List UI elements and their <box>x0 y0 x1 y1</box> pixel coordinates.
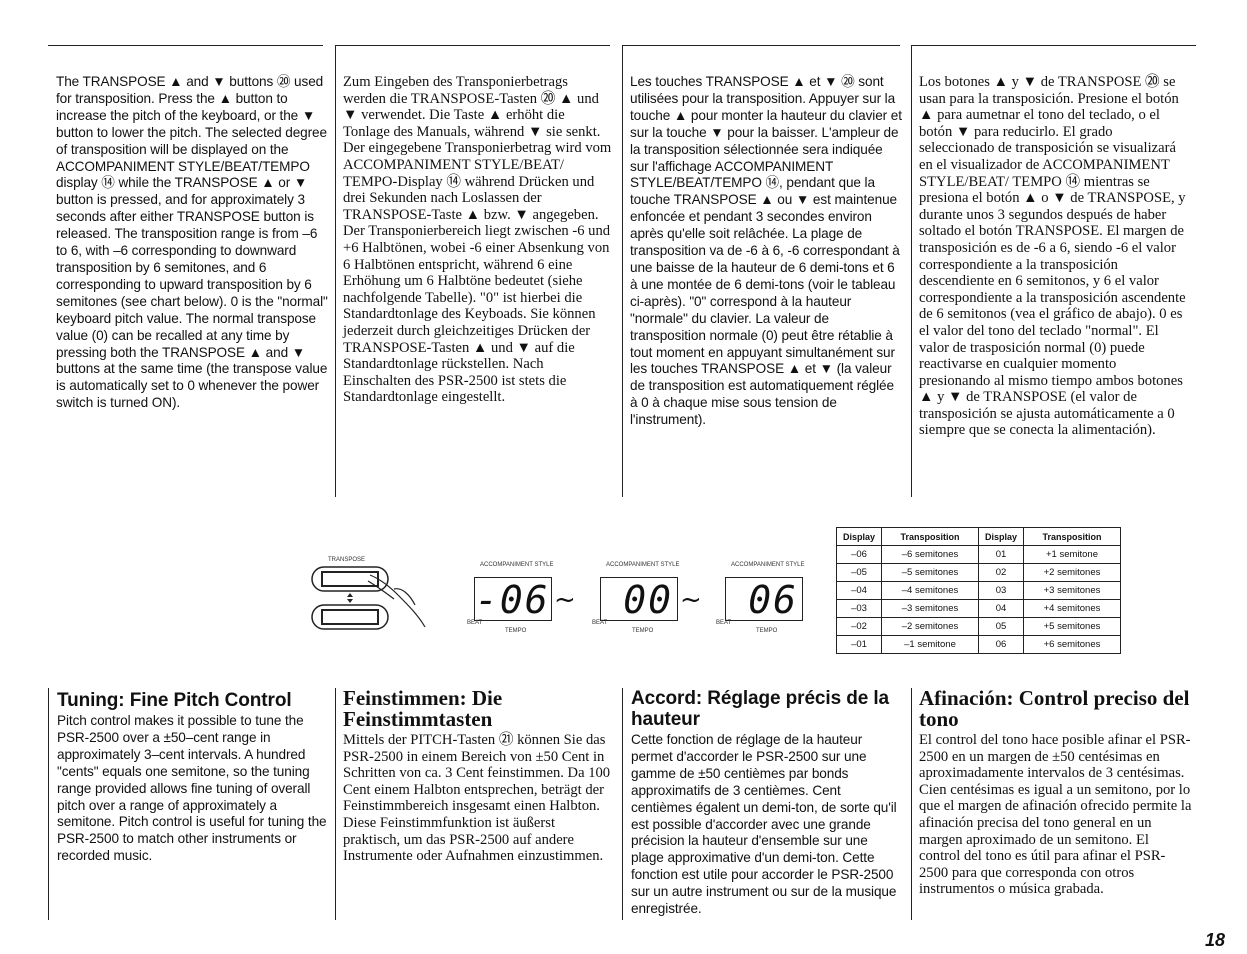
rule <box>622 45 623 497</box>
section-de: Feinstimmen: Die Feinstimmtasten Mittels… <box>343 688 615 865</box>
section-fr: Accord: Réglage précis de la hauteur Cet… <box>631 688 903 918</box>
transpose-text-en: The TRANSPOSE ▲ and ▼ buttons ⑳ used for… <box>56 74 328 411</box>
section-title: Accord: Réglage précis de la hauteur <box>631 688 890 730</box>
section-body: El control del tono hace posible afinar … <box>919 732 1192 898</box>
rule <box>911 688 912 920</box>
style-label: ACCOMPANIMENT STYLE <box>480 562 554 568</box>
table-cell: +5 semitones <box>1023 617 1121 636</box>
range-tilde: ~ <box>680 585 702 615</box>
table-row: –03 –3 semitones 04 +4 semitones <box>836 599 1121 618</box>
table-row: –06 –6 semitones 01 +1 semitone <box>836 545 1121 564</box>
rule <box>622 688 623 920</box>
section-title: Tuning: Fine Pitch Control <box>57 690 292 711</box>
lcd-display: -06 <box>474 577 552 622</box>
rule <box>335 688 336 920</box>
table-cell: –5 semitones <box>881 563 979 582</box>
table-cell: –06 <box>836 545 882 564</box>
transpose-buttons-hand-icon <box>311 566 426 630</box>
transpose-text-fr: Les touches TRANSPOSE ▲ et ▼ ⑳ sont util… <box>630 74 902 428</box>
table-cell: 02 <box>978 563 1024 582</box>
table-row: –04 –4 semitones 03 +3 semitones <box>836 581 1121 600</box>
table-cell: –3 semitones <box>881 599 979 618</box>
beat-label: BEAT <box>592 620 608 626</box>
rule <box>335 45 336 497</box>
rule <box>911 45 912 497</box>
transpose-text-es: Los botones ▲ y ▼ de TRANSPOSE ⑳ se usan… <box>919 74 1186 439</box>
section-en: Tuning: Fine Pitch Control Pitch control… <box>57 690 329 865</box>
table-cell: –05 <box>836 563 882 582</box>
table-row: –02 –2 semitones 05 +5 semitones <box>836 617 1121 636</box>
table-header: Transposition <box>881 527 979 546</box>
transpose-text-de: Zum Eingeben des Transponierbetrags werd… <box>343 74 612 406</box>
section-title: Feinstimmen: Die Feinstimmtasten <box>343 686 503 731</box>
transposition-table: Display Transposition Display Transposition… <box>836 527 1121 654</box>
lcd-display: 06 <box>725 577 803 622</box>
table-cell: 04 <box>978 599 1024 618</box>
table-row: –01 –1 semitone 06 +6 semitones <box>836 635 1121 654</box>
beat-label: BEAT <box>467 620 483 626</box>
page-number: 18 <box>1205 930 1226 950</box>
rule <box>911 45 1196 46</box>
table-header: Display <box>978 527 1024 546</box>
section-es: Afinación: Control preciso del tono El c… <box>919 688 1193 898</box>
table-cell: +2 semitones <box>1023 563 1121 582</box>
table-cell: –2 semitones <box>881 617 979 636</box>
section-body: Mittels der PITCH-Tasten ㉑ können Sie da… <box>343 732 611 865</box>
table-cell: 03 <box>978 581 1024 600</box>
tempo-label: TEMPO <box>505 628 527 634</box>
table-cell: –4 semitones <box>881 581 979 600</box>
rule <box>335 45 610 46</box>
rule <box>48 45 323 46</box>
tempo-label: TEMPO <box>632 628 654 634</box>
style-label: ACCOMPANIMENT STYLE <box>731 562 805 568</box>
table-cell: +1 semitone <box>1023 545 1121 564</box>
table-cell: +4 semitones <box>1023 599 1121 618</box>
manual-page: The TRANSPOSE ▲ and ▼ buttons ⑳ used for… <box>0 0 1247 954</box>
table-header: Transposition <box>1023 527 1121 546</box>
table-header: Display <box>836 527 882 546</box>
table-cell: 01 <box>978 545 1024 564</box>
rule <box>48 688 49 920</box>
table-cell: –02 <box>836 617 882 636</box>
table-cell: –04 <box>836 581 882 600</box>
style-label: ACCOMPANIMENT STYLE <box>606 562 680 568</box>
table-cell: –03 <box>836 599 882 618</box>
table-cell: +3 semitones <box>1023 581 1121 600</box>
beat-label: BEAT <box>716 620 732 626</box>
tempo-label: TEMPO <box>756 628 778 634</box>
transpose-label: TRANSPOSE <box>328 557 366 563</box>
range-tilde: ~ <box>554 585 576 615</box>
section-body: Pitch control makes it possible to tune … <box>57 713 327 864</box>
table-cell: 06 <box>978 635 1024 654</box>
table-cell: +6 semitones <box>1023 635 1121 654</box>
section-title: Afinación: Control preciso del tono <box>919 686 1190 731</box>
table-row: –05 –5 semitones 02 +2 semitones <box>836 563 1121 582</box>
table-cell: –1 semitone <box>881 635 979 654</box>
table-cell: –01 <box>836 635 882 654</box>
lcd-display: 00 <box>600 577 678 622</box>
table-cell: 05 <box>978 617 1024 636</box>
table-cell: –6 semitones <box>881 545 979 564</box>
rule <box>622 45 900 46</box>
section-body: Cette fonction de réglage de la hauteur … <box>631 732 897 917</box>
